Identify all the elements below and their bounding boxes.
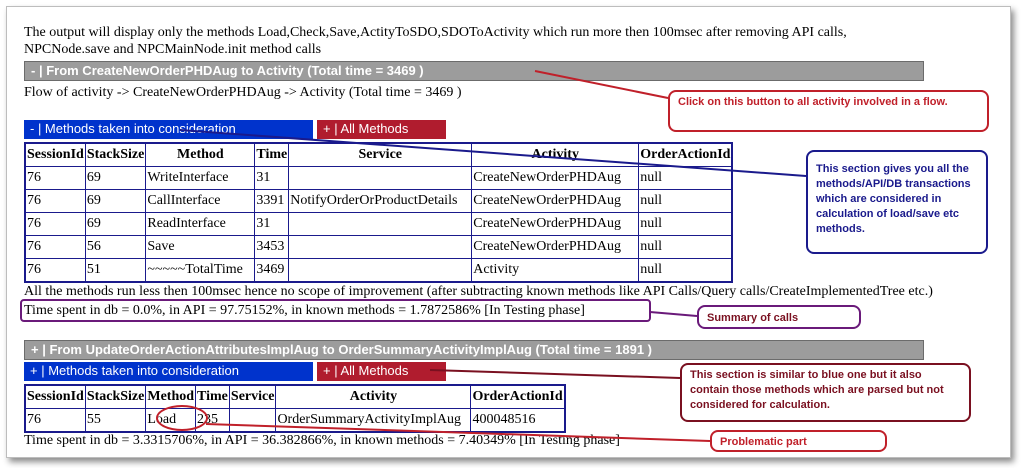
connector-line bbox=[179, 129, 807, 177]
callout-problem: Problematic part bbox=[710, 430, 887, 452]
connector-line bbox=[534, 70, 669, 99]
connector-line bbox=[429, 369, 681, 379]
callout-methods-section: This section gives you all the methods/A… bbox=[806, 150, 988, 254]
callout-activity-button: Click on this button to all activity inv… bbox=[668, 90, 989, 132]
callout-red-section: This section is similar to blue one but … bbox=[680, 363, 971, 422]
connector-line bbox=[649, 311, 698, 317]
connector-line bbox=[205, 423, 711, 442]
callout-summary: Summary of calls bbox=[697, 305, 861, 329]
